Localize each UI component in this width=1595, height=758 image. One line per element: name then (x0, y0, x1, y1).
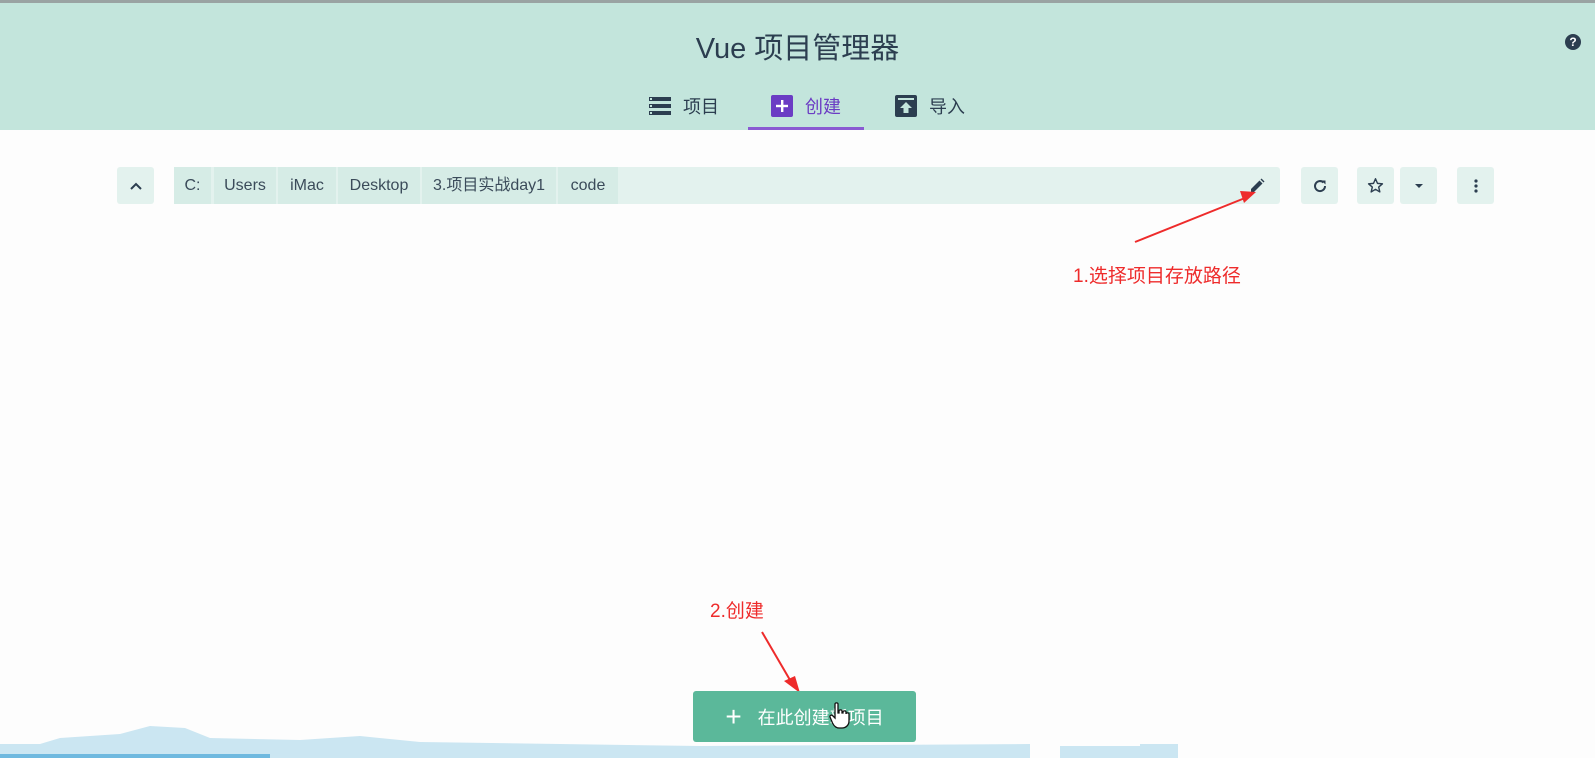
annotation-arrows (761, 191, 1256, 693)
plus-icon: + (725, 700, 742, 732)
hand-cursor-icon (829, 702, 850, 729)
annotation-step2: 2.创建 (710, 601, 764, 622)
create-project-label: 在此创建新项目 (757, 707, 884, 728)
annotation-step1: 1.选择项目存放路径 (1073, 266, 1241, 287)
create-project-button[interactable]: + 在此创建新项目 (693, 691, 916, 742)
